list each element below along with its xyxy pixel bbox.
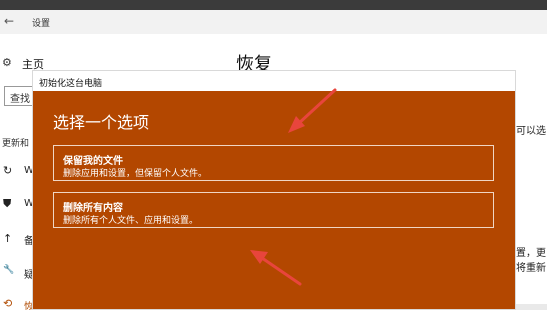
window-top-border — [0, 0, 547, 10]
dialog-title-bar: 初始化这台电脑 — [33, 71, 515, 91]
wrench-icon[interactable]: 🔧 — [3, 265, 14, 275]
upload-icon[interactable]: ↑ — [3, 232, 12, 245]
dialog-heading: 选择一个选项 — [53, 113, 150, 132]
text-fragment: 将重新 — [516, 263, 546, 274]
option-description: 删除所有个人文件、应用和设置。 — [63, 216, 199, 226]
shield-icon[interactable]: ⛊ — [3, 197, 11, 211]
text-fragment: 可以选 — [516, 126, 546, 137]
option-description: 删除应用和设置，但保留个人文件。 — [63, 169, 208, 179]
remove-everything-option[interactable]: 删除所有内容 删除所有个人文件、应用和设置。 — [53, 192, 494, 228]
keep-files-option[interactable]: 保留我的文件 删除应用和设置，但保留个人文件。 — [53, 145, 494, 181]
option-title: 删除所有内容 — [63, 203, 123, 214]
title-bar — [0, 10, 547, 34]
history-icon[interactable]: ⟲ — [3, 297, 12, 310]
section-label: 更新和 — [2, 139, 30, 149]
dialog-title: 初始化这台电脑 — [39, 79, 103, 89]
option-title: 保留我的文件 — [63, 156, 123, 167]
back-icon[interactable]: ← — [4, 14, 14, 28]
gear-icon[interactable]: ⚙ — [2, 56, 12, 69]
search-placeholder: 查找 — [10, 94, 30, 105]
app-title: 设置 — [32, 19, 51, 29]
reset-pc-dialog: 初始化这台电脑 选择一个选项 保留我的文件 删除应用和设置，但保留个人文件。 删… — [32, 70, 516, 310]
text-fragment: 置，更 — [516, 248, 546, 259]
refresh-icon[interactable]: ↻ — [3, 164, 12, 177]
